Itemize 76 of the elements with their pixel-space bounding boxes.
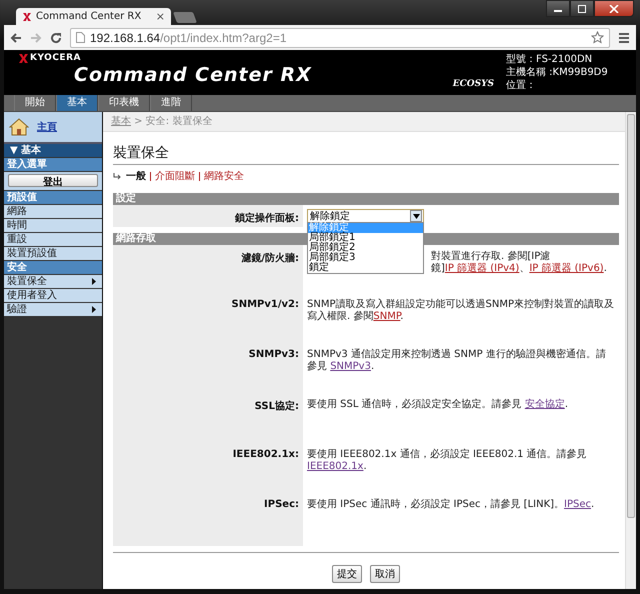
subnav-link[interactable]: 介面阻斷 (155, 169, 195, 183)
maximize-icon (577, 4, 587, 12)
nav-tab[interactable]: 基本 (56, 95, 98, 111)
minimize-button[interactable] (546, 0, 570, 17)
scrollbar[interactable] (625, 112, 636, 589)
home-link[interactable]: 主頁 (4, 112, 102, 144)
maximize-button[interactable] (570, 0, 594, 17)
field-label: 鎖定操作面板: (235, 213, 299, 224)
field-label: 濾鏡/防火牆: (241, 253, 299, 264)
field-label: IEEE802.1x: (232, 449, 299, 460)
field-label: IPSec: (264, 499, 299, 510)
subnav-link[interactable]: 網路安全 (204, 169, 244, 183)
product-title: Command Center RX (74, 64, 313, 86)
sidebar-item[interactable]: 驗證 (4, 303, 102, 317)
device-info: 位置： (506, 79, 537, 92)
help-link[interactable]: IEEE802.1x (307, 461, 364, 472)
kyocera-logo-icon (19, 54, 28, 62)
description-text: 要使用 IEEE802.1x 通信，必須設定 IEEE802.1 通信。請參見 IEEE802.1x. (307, 449, 588, 473)
device-info: 主機名稱 :KM99B9D9 (506, 66, 609, 79)
address-bar[interactable]: 192.168.1.64/opt1/index.htm?arg2=1 (70, 28, 610, 48)
help-link[interactable]: IP 篩選器 (IPv6) (529, 263, 604, 274)
bookmark-star-icon[interactable] (591, 31, 604, 44)
sidebar-item[interactable]: 裝置預設值 (4, 247, 102, 261)
description-text: SNMPv3 通信設定用來控制透過 SNMP 進行的驗證與機密通信。請參見 SNMPv3. (307, 349, 607, 373)
nav-tab[interactable]: 印表機 (98, 95, 150, 111)
scrollbar-thumb[interactable] (627, 114, 635, 518)
help-link[interactable]: IPSec (564, 499, 592, 510)
close-icon (609, 4, 619, 12)
brand-name: KYOCERA (30, 53, 81, 63)
indent-arrow-icon (113, 172, 122, 180)
dropdown-option[interactable]: 局部鎖定1 (308, 233, 423, 243)
field-label: SNMPv1/v2: (232, 299, 299, 310)
back-icon[interactable] (10, 32, 22, 44)
sidebar-item[interactable]: 重設 (4, 233, 102, 247)
dropdown-field[interactable]: 解除鎖定 (307, 209, 424, 223)
sidebar-item[interactable]: 裝置保全 (4, 275, 102, 289)
close-tab-button[interactable]: × (156, 10, 165, 23)
dropdown-option[interactable]: 局部鎖定2 (308, 243, 423, 253)
breadcrumb-text: > 安全: 裝置保全 (133, 116, 212, 127)
help-link[interactable]: IP 篩選器 (IPv4) (444, 263, 520, 274)
subnav-link[interactable]: 一般 (126, 169, 146, 183)
menu-icon[interactable] (618, 32, 630, 44)
description-text: SNMP讀取及寫入群組設定功能可以透過SNMP來控制對裝置的讀取及寫入權限. 參閱SNMP. (307, 299, 615, 323)
help-link[interactable]: 安全協定 (524, 399, 565, 410)
section-header: 設定 (113, 193, 619, 205)
sidebar-item[interactable]: 網路 (4, 205, 102, 219)
sidebar-item[interactable]: 使用者登入 (4, 289, 102, 303)
field-label: SNMPv3: (248, 349, 299, 360)
help-link[interactable]: SNMP (373, 311, 400, 322)
page-title: 裝置保全 (113, 140, 619, 165)
sidebar-group-header[interactable]: ▼ 基本 (4, 144, 102, 158)
description-text: 要使用 SSL 通信時，必須設定安全協定。請參見 安全協定. (307, 399, 569, 411)
house-icon (9, 118, 29, 136)
dropdown-option[interactable]: 局部鎖定3 (308, 253, 423, 263)
close-button[interactable] (594, 0, 634, 17)
app-icon (22, 12, 32, 22)
sidebar-section-header: 登入選單 (4, 158, 102, 172)
nav-tab[interactable]: 進階 (150, 95, 192, 111)
ecosys-logo: ECOSYS (452, 79, 494, 89)
description-text: 要使用 IPSec 通訊時，必須設定 IPSec，請參見 [LINK]。IPSec. (307, 499, 596, 511)
dropdown-option[interactable]: 鎖定 (308, 263, 423, 273)
submit-button[interactable]: 提交 (332, 565, 362, 583)
device-info: 型號：FS-2100DN (506, 53, 594, 66)
sidebar-section-header: 安全 (4, 261, 102, 275)
cancel-button[interactable]: 取消 (370, 565, 400, 583)
new-tab-button[interactable] (173, 12, 197, 23)
logout-button[interactable]: 登出 (8, 174, 98, 187)
browser-tab[interactable]: Command Center RX × (16, 8, 171, 25)
sidebar-item[interactable]: 時間 (4, 219, 102, 233)
page-icon (76, 32, 85, 43)
help-link[interactable]: SNMPv3 (330, 361, 371, 372)
sidebar-section-header: 預設值 (4, 191, 102, 205)
tab-title: Command Center RX (36, 11, 142, 22)
description-text: 對裝置進行存取. 參閱[IP濾鏡]IP 篩選器 (IPv4)、IP 篩選器 (IPv6). (431, 251, 608, 275)
reload-icon[interactable] (50, 32, 62, 44)
field-label: SSL協定: (254, 401, 299, 412)
